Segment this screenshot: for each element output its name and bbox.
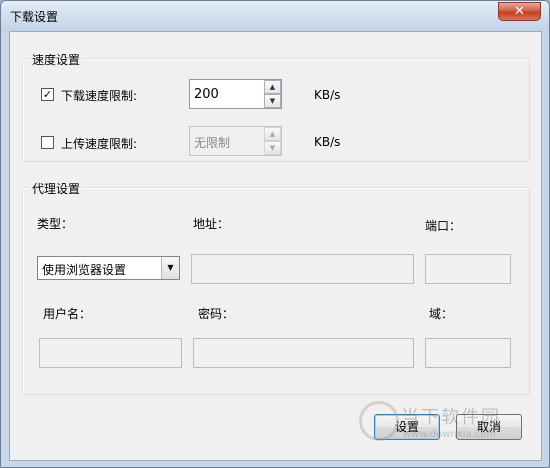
upload-limit-value: 无限制 (194, 136, 231, 150)
proxy-password-field[interactable] (193, 338, 414, 368)
upload-limit-label: 上传速度限制: (61, 137, 138, 151)
download-limit-checkbox[interactable] (41, 88, 54, 101)
chevron-down-icon[interactable]: ▼ (161, 257, 179, 279)
watermark-logo-icon (359, 401, 399, 441)
proxy-settings-title: 代理设置 (29, 180, 84, 197)
watermark-url: www.downxia.com (403, 429, 497, 440)
proxy-password-label: 密码： (198, 307, 235, 321)
download-settings-dialog: 下载设置 ✕ 速度设置 下载速度限制: 200 ▲ ▼ KB/s 上传速度限制:… (0, 0, 550, 468)
watermark-title: 当下软件园 (401, 407, 501, 428)
upload-limit-checkbox[interactable] (41, 136, 54, 149)
proxy-type-select[interactable]: 使用浏览器设置 ▼ (37, 256, 180, 280)
title-bar[interactable]: 下载设置 ✕ (1, 1, 549, 31)
proxy-domain-label: 域： (429, 307, 454, 321)
proxy-port-label: 端口： (425, 219, 462, 233)
proxy-address-label: 地址： (193, 217, 230, 231)
spin-down-icon[interactable]: ▼ (264, 141, 281, 155)
upload-unit-label: KB/s (314, 135, 341, 149)
proxy-address-field[interactable] (191, 254, 414, 284)
speed-settings-title: 速度设置 (29, 51, 84, 68)
close-icon: ✕ (514, 4, 525, 19)
download-limit-label: 下载速度限制: (61, 89, 138, 103)
window-title: 下载设置 (10, 10, 59, 24)
proxy-settings-group: 代理设置 类型： 地址： 端口： 使用浏览器设置 ▼ 用户名： 密码： 域： (22, 180, 530, 395)
download-unit-label: KB/s (314, 88, 341, 102)
spin-down-icon[interactable]: ▼ (264, 94, 281, 108)
download-spin-buttons: ▲ ▼ (264, 80, 281, 108)
download-limit-spinner[interactable]: 200 ▲ ▼ (189, 79, 282, 109)
spin-up-icon[interactable]: ▲ (264, 127, 281, 141)
dialog-body: 速度设置 下载速度限制: 200 ▲ ▼ KB/s 上传速度限制: 无限制 ▲ … (9, 31, 542, 461)
proxy-port-field[interactable] (425, 254, 511, 284)
watermark: 当下软件园 www.downxia.com (359, 401, 539, 449)
proxy-domain-field[interactable] (425, 338, 511, 368)
download-limit-value[interactable]: 200 (194, 87, 219, 102)
proxy-username-label: 用户名： (43, 307, 92, 321)
close-button[interactable]: ✕ (498, 2, 541, 21)
spin-up-icon[interactable]: ▲ (264, 80, 281, 94)
upload-limit-spinner[interactable]: 无限制 ▲ ▼ (189, 126, 282, 156)
proxy-username-field[interactable] (39, 338, 182, 368)
speed-settings-group: 速度设置 下载速度限制: 200 ▲ ▼ KB/s 上传速度限制: 无限制 ▲ … (22, 51, 530, 162)
upload-spin-buttons: ▲ ▼ (264, 127, 281, 155)
proxy-type-label: 类型： (37, 217, 74, 231)
proxy-type-value: 使用浏览器设置 (42, 263, 127, 277)
